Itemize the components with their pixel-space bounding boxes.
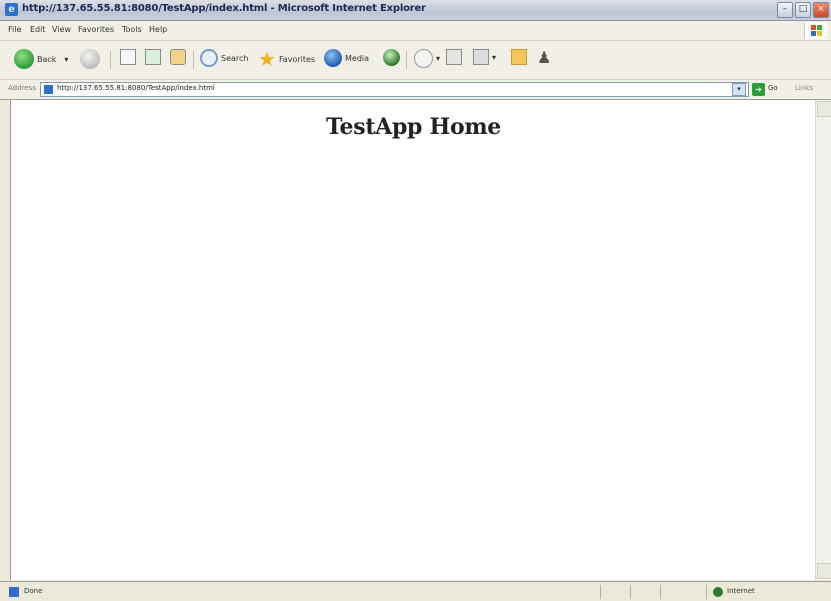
status-divider xyxy=(630,585,631,599)
page-icon xyxy=(44,85,53,94)
folder-icon xyxy=(511,49,527,65)
search-button[interactable]: Search xyxy=(200,49,248,67)
status-divider xyxy=(660,585,661,599)
window-border xyxy=(0,100,10,580)
back-button[interactable]: Back ▾ xyxy=(14,49,68,69)
favorites-button[interactable]: ★ Favorites xyxy=(258,49,315,69)
go-arrow-icon[interactable]: ➜ xyxy=(752,83,765,96)
menu-file[interactable]: File xyxy=(8,25,21,34)
back-dropdown-icon[interactable]: ▾ xyxy=(64,55,68,64)
browser-window: e http://137.65.55.81:8080/TestApp/index… xyxy=(0,0,831,601)
messenger-icon: ♟ xyxy=(537,48,552,67)
close-button[interactable]: × xyxy=(813,2,829,18)
home-icon xyxy=(170,49,186,65)
edit-button[interactable]: ▾ xyxy=(473,49,496,65)
scroll-up-button[interactable] xyxy=(817,101,831,117)
refresh-icon xyxy=(145,49,161,65)
stop-button[interactable] xyxy=(120,49,136,65)
address-bar: Address http://137.65.55.81:8080/TestApp… xyxy=(0,80,831,100)
history-button[interactable] xyxy=(383,49,400,66)
scroll-down-button[interactable] xyxy=(817,563,831,579)
address-dropdown-icon[interactable]: ▾ xyxy=(732,83,746,96)
home-button[interactable] xyxy=(170,49,186,65)
favorites-label: Favorites xyxy=(278,54,316,64)
status-divider xyxy=(600,585,601,599)
edit-dropdown-icon[interactable]: ▾ xyxy=(492,53,496,62)
standard-toolbar: Back ▾ Search ★ Favorites Media ▾ ▾ ♟ xyxy=(0,41,831,80)
menu-view[interactable]: View xyxy=(52,25,71,34)
mail-dropdown-icon[interactable]: ▾ xyxy=(436,54,440,63)
edit-icon xyxy=(473,49,489,65)
favorites-star-icon: ★ xyxy=(258,47,276,71)
status-divider xyxy=(706,585,707,599)
page-content: TestApp Home xyxy=(10,100,816,580)
window-title: http://137.65.55.81:8080/TestApp/index.h… xyxy=(22,3,426,14)
page-heading: TestApp Home xyxy=(325,114,502,140)
internet-zone-icon xyxy=(713,587,723,597)
toolbar-separator xyxy=(110,51,111,69)
media-icon xyxy=(324,49,342,67)
forward-button[interactable] xyxy=(80,49,100,69)
history-icon xyxy=(383,49,400,66)
discuss-button[interactable] xyxy=(511,49,527,65)
maximize-button[interactable]: □ xyxy=(795,2,811,18)
status-text: Done xyxy=(24,587,43,595)
print-icon xyxy=(446,49,462,65)
links-button[interactable]: Links xyxy=(795,84,813,92)
refresh-button[interactable] xyxy=(145,49,161,65)
print-button[interactable] xyxy=(446,49,462,65)
mail-icon xyxy=(414,49,433,68)
media-button[interactable]: Media xyxy=(324,49,369,67)
page-status-icon xyxy=(9,587,19,597)
menu-edit[interactable]: Edit xyxy=(30,25,46,34)
window-controls: – □ × xyxy=(777,2,829,18)
ie-logo-icon: e xyxy=(5,3,18,16)
search-label: Search xyxy=(221,53,249,63)
toolbar-separator xyxy=(406,51,407,69)
stop-icon xyxy=(120,49,136,65)
back-arrow-icon xyxy=(14,49,34,69)
vertical-scrollbar[interactable] xyxy=(815,100,831,580)
status-bar: Done Internet xyxy=(0,581,831,601)
menu-favorites[interactable]: Favorites xyxy=(78,25,114,34)
search-icon xyxy=(200,49,218,67)
toolbar-separator xyxy=(193,51,194,69)
media-label: Media xyxy=(345,53,370,63)
go-button[interactable]: Go xyxy=(768,84,778,92)
minimize-button[interactable]: – xyxy=(777,2,793,18)
mail-button[interactable]: ▾ xyxy=(414,49,440,68)
address-url[interactable]: http://137.65.55.81:8080/TestApp/index.h… xyxy=(57,84,215,92)
menu-help[interactable]: Help xyxy=(149,25,167,34)
security-zone-label: Internet xyxy=(727,587,755,595)
messenger-button[interactable]: ♟ xyxy=(537,49,551,67)
menu-tools[interactable]: Tools xyxy=(122,25,142,34)
title-bar: e http://137.65.55.81:8080/TestApp/index… xyxy=(0,0,831,21)
address-label: Address xyxy=(8,84,36,92)
address-input[interactable]: http://137.65.55.81:8080/TestApp/index.h… xyxy=(40,82,749,97)
forward-arrow-icon xyxy=(80,49,100,69)
back-label: Back xyxy=(37,54,57,64)
menu-bar: File Edit View Favorites Tools Help xyxy=(0,21,831,41)
windows-flag-icon xyxy=(804,22,827,39)
